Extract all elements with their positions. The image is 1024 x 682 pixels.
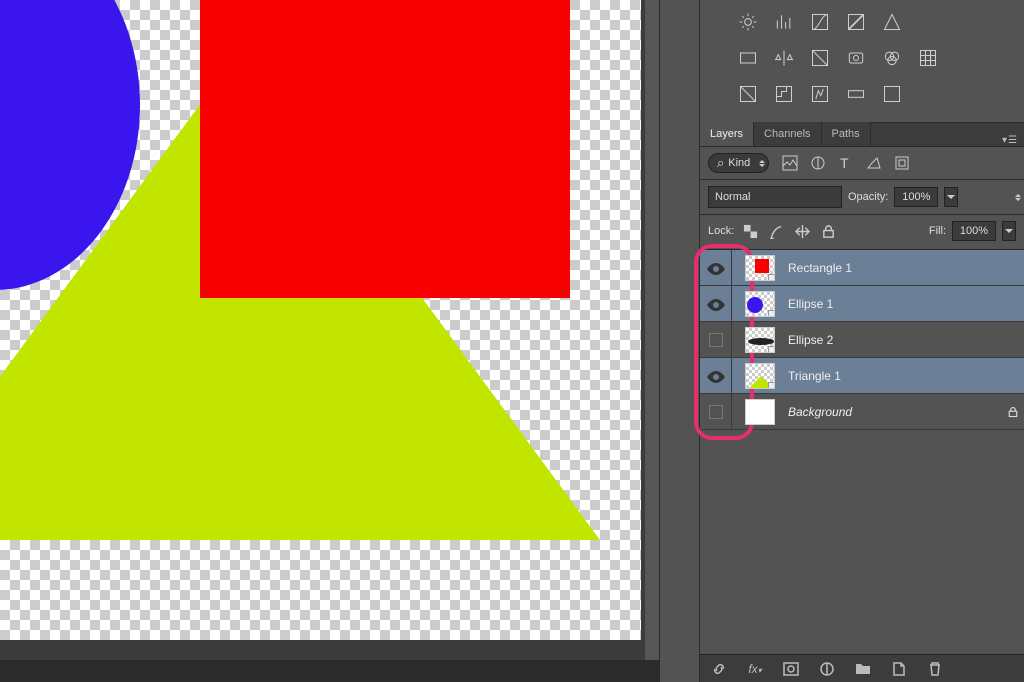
gradient-map-icon[interactable] — [844, 82, 868, 106]
panel-menu-icon[interactable]: ▾☰ — [996, 135, 1024, 146]
lock-paint-icon[interactable] — [768, 223, 784, 239]
canvas-rectangle-shape[interactable] — [200, 0, 570, 298]
bw-icon[interactable] — [808, 46, 832, 70]
layer-name[interactable]: Background — [782, 405, 1002, 419]
canvas-area — [0, 0, 659, 682]
lock-position-icon[interactable] — [794, 223, 810, 239]
right-panel-group: Layers Channels Paths ▾☰ ⌕ Kind T Norm — [659, 0, 1024, 682]
filter-type-icon[interactable]: T — [837, 154, 855, 172]
layer-style-button[interactable]: fx▾ — [746, 660, 764, 678]
layer-thumbnail[interactable] — [745, 363, 775, 389]
layer-thumbnail[interactable] — [745, 327, 775, 353]
filter-adjustment-icon[interactable] — [809, 154, 827, 172]
layer-thumbnail[interactable] — [745, 291, 775, 317]
visibility-toggle[interactable] — [700, 358, 732, 393]
svg-text:T: T — [840, 155, 849, 171]
tab-paths[interactable]: Paths — [822, 122, 871, 146]
filter-shape-icon[interactable] — [865, 154, 883, 172]
threshold-icon[interactable] — [808, 82, 832, 106]
filter-kind-label: Kind — [728, 157, 750, 169]
posterize-icon[interactable] — [772, 82, 796, 106]
layer-row[interactable]: Ellipse 1 — [700, 286, 1024, 322]
layer-thumbnail[interactable] — [745, 399, 775, 425]
canvas-scrollbar-vertical[interactable] — [645, 0, 659, 660]
layer-row[interactable]: Background — [700, 394, 1024, 430]
visibility-toggle[interactable] — [700, 322, 732, 357]
delete-layer-button[interactable] — [926, 660, 944, 678]
visibility-off-icon — [709, 333, 723, 347]
filter-kind-select[interactable]: ⌕ Kind — [708, 153, 769, 173]
exposure-icon[interactable] — [844, 10, 868, 34]
layer-list: Rectangle 1 Ellipse 1 Ellipse 2 — [700, 250, 1024, 654]
eye-icon — [707, 298, 725, 310]
tab-layers[interactable]: Layers — [700, 122, 754, 146]
levels-icon[interactable] — [772, 10, 796, 34]
panel-tabs: Layers Channels Paths ▾☰ — [700, 123, 1024, 147]
channel-mixer-icon[interactable] — [880, 46, 904, 70]
panels-column: Layers Channels Paths ▾☰ ⌕ Kind T Norm — [699, 0, 1024, 682]
tab-channels[interactable]: Channels — [754, 122, 821, 146]
lock-row: Lock: Fill: 100% — [700, 215, 1024, 250]
search-icon: ⌕ — [717, 155, 724, 171]
lookup-icon[interactable] — [916, 46, 940, 70]
add-mask-button[interactable] — [782, 660, 800, 678]
balance-icon[interactable] — [772, 46, 796, 70]
blend-mode-row: Normal Opacity: 100% — [700, 180, 1024, 215]
lock-all-icon[interactable] — [820, 223, 836, 239]
invert-icon[interactable] — [736, 82, 760, 106]
visibility-toggle[interactable] — [700, 250, 732, 285]
eye-icon — [707, 370, 725, 382]
layer-row[interactable]: Triangle 1 — [700, 358, 1024, 394]
layers-bottom-bar: fx▾ — [700, 654, 1024, 682]
dropdown-arrows-icon — [759, 160, 765, 167]
layer-filter-row: ⌕ Kind T — [700, 147, 1024, 180]
layer-name[interactable]: Ellipse 1 — [782, 297, 1024, 311]
layer-name[interactable]: Rectangle 1 — [782, 261, 1024, 275]
layer-row[interactable]: Ellipse 2 — [700, 322, 1024, 358]
new-group-button[interactable] — [854, 660, 872, 678]
eye-icon — [707, 262, 725, 274]
filter-pixel-icon[interactable] — [781, 154, 799, 172]
selective-color-icon[interactable] — [880, 82, 904, 106]
layer-name[interactable]: Triangle 1 — [782, 369, 1024, 383]
filter-smart-icon[interactable] — [893, 154, 911, 172]
fill-value[interactable]: 100% — [952, 221, 996, 241]
layer-row[interactable]: Rectangle 1 — [700, 250, 1024, 286]
blend-mode-value: Normal — [715, 191, 750, 203]
fill-label: Fill: — [929, 225, 946, 237]
document-canvas[interactable] — [0, 0, 641, 640]
blend-mode-select[interactable]: Normal — [708, 186, 842, 208]
visibility-off-icon — [709, 405, 723, 419]
link-layers-button[interactable] — [710, 660, 728, 678]
opacity-label: Opacity: — [848, 191, 888, 203]
canvas-scrollbar-horizontal[interactable] — [0, 660, 659, 682]
dock-strip[interactable] — [659, 0, 699, 682]
visibility-toggle[interactable] — [700, 286, 732, 321]
opacity-value[interactable]: 100% — [894, 187, 938, 207]
dropdown-arrows-icon — [1015, 194, 1021, 201]
visibility-toggle[interactable] — [700, 394, 732, 429]
vibrance-icon[interactable] — [880, 10, 904, 34]
layer-thumbnail[interactable] — [745, 255, 775, 281]
top-panel-icons — [700, 0, 1024, 123]
lock-indicator-icon — [1002, 406, 1024, 418]
opacity-dropdown[interactable] — [944, 187, 958, 207]
adjustment-layer-button[interactable] — [818, 660, 836, 678]
lock-transparency-icon[interactable] — [742, 223, 758, 239]
lock-label: Lock: — [708, 225, 734, 237]
brightness-icon[interactable] — [736, 10, 760, 34]
layer-name[interactable]: Ellipse 2 — [782, 333, 1024, 347]
new-layer-button[interactable] — [890, 660, 908, 678]
photo-filter-icon[interactable] — [844, 46, 868, 70]
fill-dropdown[interactable] — [1002, 221, 1016, 241]
hue-icon[interactable] — [736, 46, 760, 70]
curves-icon[interactable] — [808, 10, 832, 34]
